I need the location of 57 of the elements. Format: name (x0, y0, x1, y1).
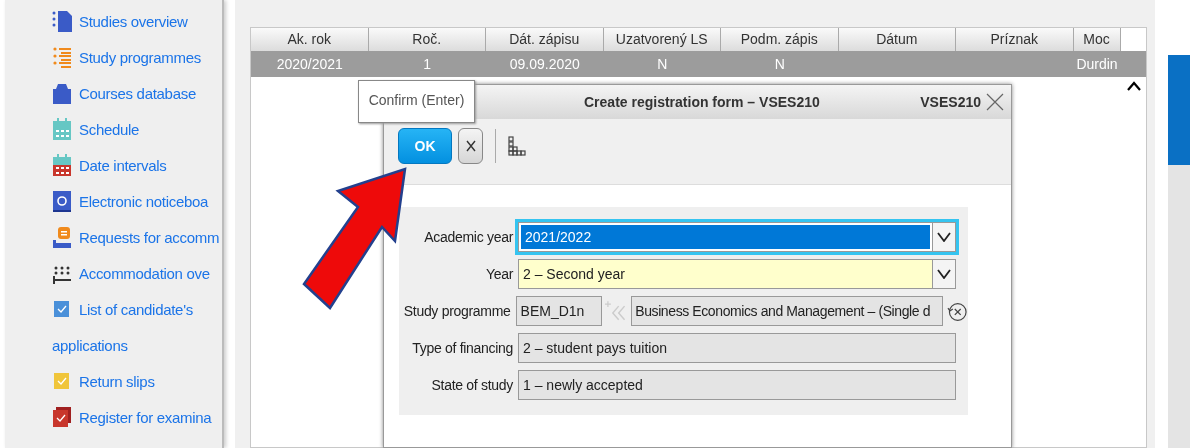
table-cell-text: N (773, 55, 786, 74)
scroll-up-icon (1126, 81, 1141, 91)
dialog-code: VSES210 (920, 94, 981, 110)
column-header[interactable]: Roč. (368, 28, 486, 51)
sidebar-item[interactable]: Study programmes (52, 40, 222, 76)
noticeboard-icon (52, 190, 72, 213)
table-cell-text: 1 (422, 55, 433, 74)
dropdown-field[interactable]: 2 – Second year (518, 259, 956, 289)
sidebar-item[interactable]: Electronic noticeboa (52, 184, 222, 220)
sidebar-item[interactable]: Courses database (52, 76, 222, 112)
document-icon (52, 10, 72, 33)
dialog-title: Create registration form – VSES210 (584, 94, 820, 110)
clear-icon[interactable] (946, 300, 968, 322)
sidebar-item[interactable]: Date intervals (52, 148, 222, 184)
field-label: State of study (430, 377, 513, 393)
text-field[interactable]: Business Economics and Management – (Single d (631, 296, 944, 326)
field-label: Year (484, 266, 513, 282)
sidebar-item[interactable]: Schedule (52, 112, 222, 148)
chevron-down-icon (937, 269, 951, 279)
column-header[interactable]: Podm. zápis (721, 28, 839, 51)
table-cell-text: 09.09.2020 (508, 55, 581, 74)
ok-button[interactable]: OK (398, 127, 452, 164)
text-field[interactable]: 2 – student pays tuition (518, 333, 956, 363)
sidebar-item[interactable]: Return slips (52, 364, 222, 400)
dropdown-field[interactable]: 2021/2022 (518, 222, 956, 252)
column-header[interactable]: Dát. zápisu (486, 28, 604, 51)
column-header[interactable]: Uzatvorený LS (603, 28, 721, 51)
code-field[interactable]: BEM_D1n (515, 296, 602, 326)
field-label: Study programme (402, 303, 511, 319)
calendar-icon (52, 154, 72, 177)
close-icon (464, 138, 477, 153)
list-icon (52, 46, 72, 69)
column-header[interactable]: Ak. rok (251, 28, 369, 51)
table-cell-text: 2020/2021 (275, 55, 344, 74)
close-icon[interactable] (985, 92, 1005, 112)
bag-icon (52, 82, 72, 105)
table-row[interactable]: 2020/2021 1 09.09.2020 N N Durdin (251, 51, 1146, 77)
column-header[interactable]: Moc (1073, 28, 1121, 51)
chevron-down-icon (937, 232, 951, 242)
table-cell-text: N (656, 55, 669, 74)
checkbox-icon (52, 406, 72, 429)
sidebar-item[interactable]: Requests for accomm (52, 220, 222, 256)
text-field[interactable]: 1 – newly accepted (518, 370, 956, 400)
calendar-icon (52, 118, 72, 141)
tooltip: Confirm (Enter) (358, 80, 475, 123)
sidebar-item[interactable]: List of candidate's applications (52, 292, 222, 364)
column-header[interactable]: Dátum (838, 28, 956, 51)
table-cell-text: Durdin (1075, 55, 1119, 74)
cancel-button[interactable] (458, 127, 483, 164)
hierarchy-icon[interactable] (508, 135, 526, 156)
sidebar-item[interactable]: Accommodation ove (52, 256, 222, 292)
field-label: Academic year (423, 229, 513, 245)
bed-icon (52, 226, 72, 249)
sidebar-item[interactable]: Register for examina (52, 400, 222, 436)
sidebar-item[interactable]: Studies overview (52, 4, 222, 40)
field-label: Type of financing (411, 340, 513, 356)
column-header[interactable]: Príznak (956, 28, 1074, 51)
